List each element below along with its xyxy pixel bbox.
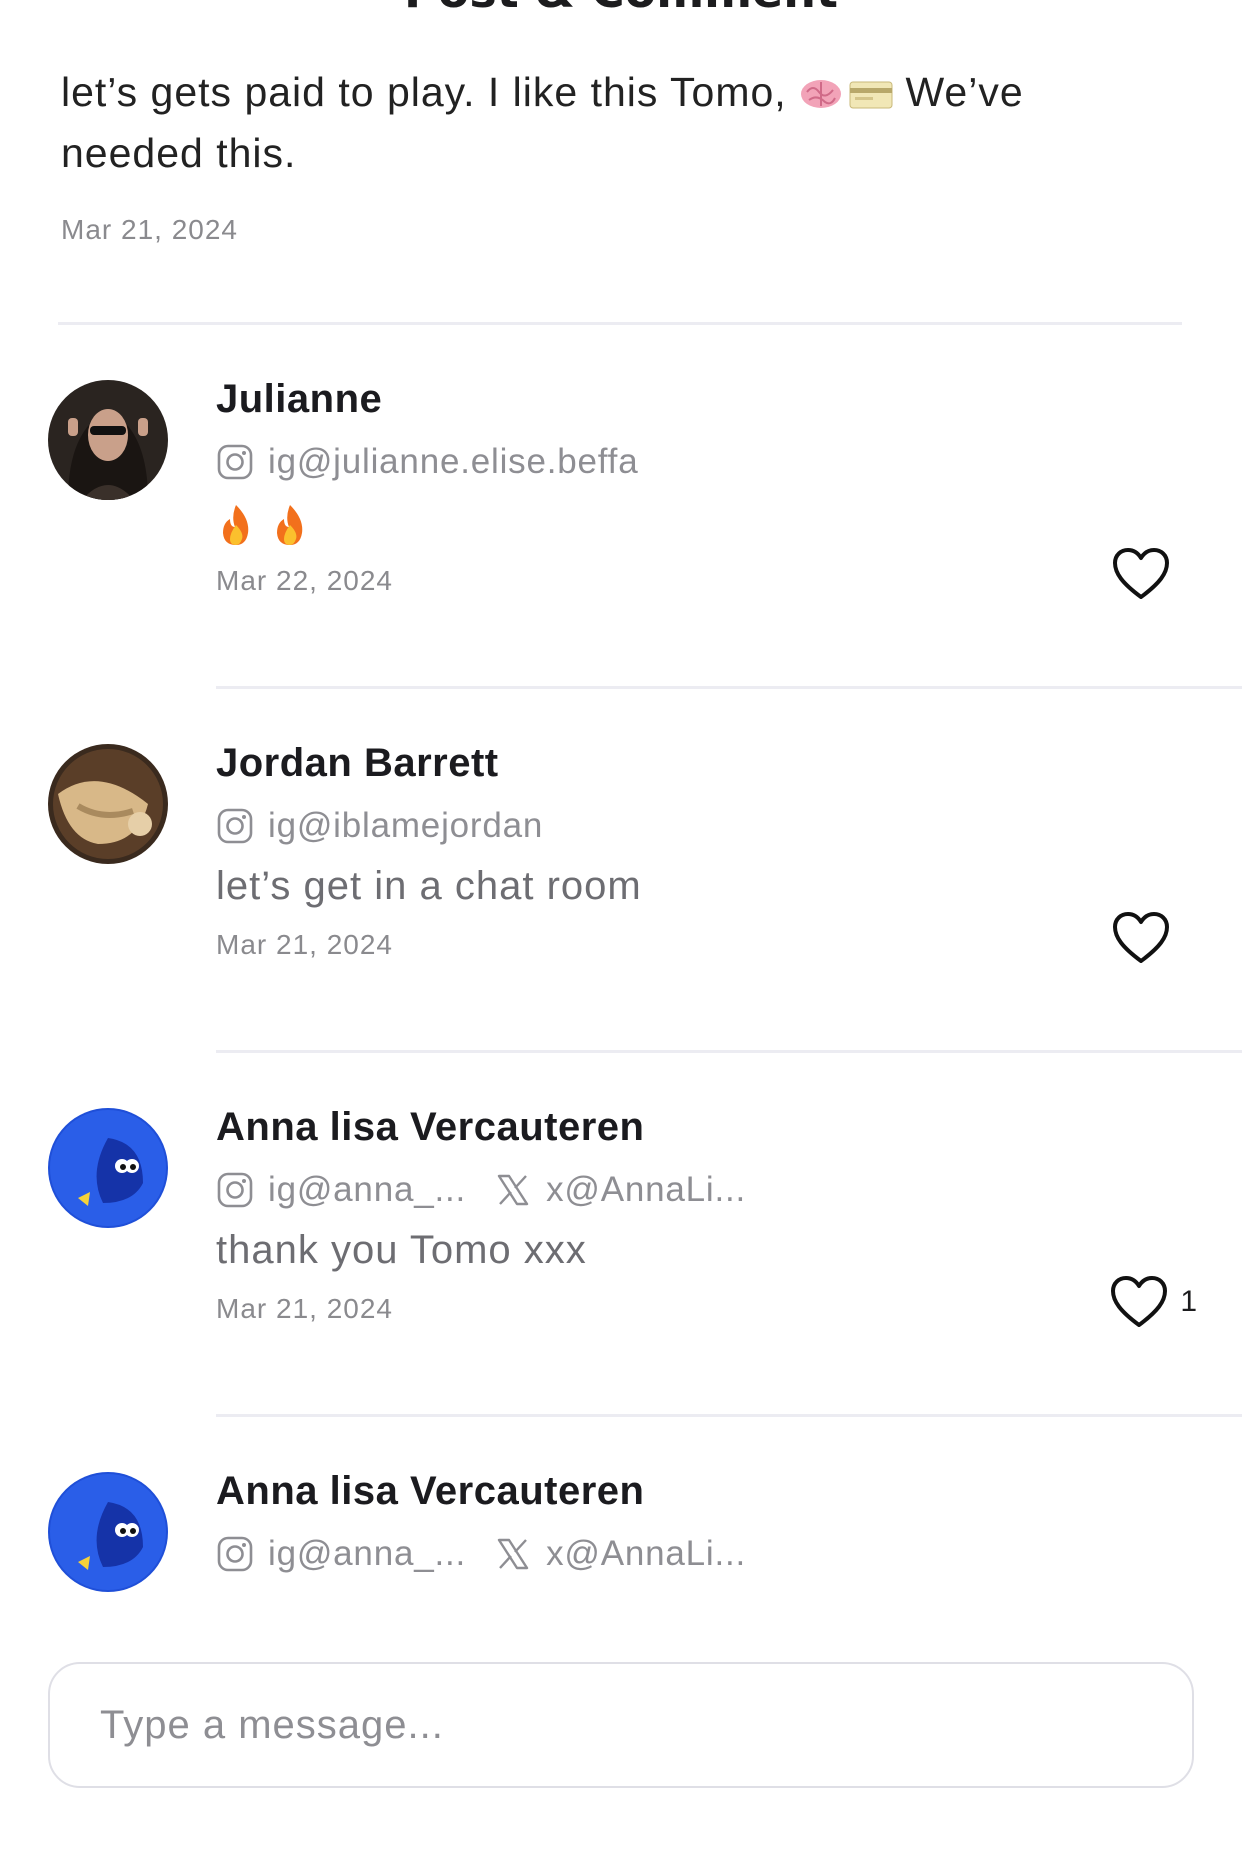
comment-date: Mar 21, 2024	[216, 929, 393, 960]
post-date: Mar 21, 2024	[61, 214, 238, 245]
heart-icon	[1113, 548, 1169, 599]
fire-emoji-icon	[277, 505, 303, 545]
avatar[interactable]	[48, 744, 168, 864]
like-button[interactable]: 1	[1110, 1275, 1197, 1329]
x-handle[interactable]: x@AnnaLi...	[496, 1534, 746, 1574]
instagram-handle-text: ig@anna_...	[268, 1534, 467, 1573]
x-logo-icon	[497, 1538, 529, 1570]
instagram-handle[interactable]: ig@iblamejordan	[216, 806, 543, 846]
comment-item: Anna lisa Vercauteren ig@anna_... x@Anna…	[0, 1053, 1242, 1417]
commenter-name[interactable]: Anna lisa Vercauteren	[216, 1105, 644, 1150]
commenter-handles: ig@anna_... x@AnnaLi...	[216, 1532, 746, 1576]
instagram-icon	[217, 1172, 253, 1208]
commenter-handles: ig@anna_... x@AnnaLi...	[216, 1168, 746, 1212]
credit-card-emoji-icon	[849, 81, 893, 109]
comment-item: Anna lisa Vercauteren ig@anna_... x@Anna…	[0, 1417, 1242, 1612]
x-handle[interactable]: x@AnnaLi...	[496, 1170, 746, 1210]
fire-emoji-icon	[223, 505, 249, 545]
x-handle-text: x@AnnaLi...	[546, 1170, 747, 1209]
comment-date: Mar 21, 2024	[216, 1293, 393, 1324]
comment-item: Julianne ig@julianne.elise.beffa Mar 22,…	[0, 325, 1242, 689]
x-handle-text: x@AnnaLi...	[546, 1534, 747, 1573]
instagram-handle[interactable]: ig@anna_...	[216, 1534, 466, 1574]
message-input[interactable]	[100, 1702, 1100, 1748]
instagram-handle-text: ig@julianne.elise.beffa	[268, 442, 639, 481]
comment-text	[216, 503, 324, 557]
x-logo-icon	[497, 1174, 529, 1206]
like-button[interactable]	[1112, 547, 1182, 601]
commenter-handles: ig@julianne.elise.beffa	[216, 440, 638, 484]
like-button[interactable]	[1112, 911, 1182, 965]
instagram-icon	[217, 444, 253, 480]
message-composer[interactable]	[48, 1662, 1194, 1788]
comment-date: Mar 22, 2024	[216, 565, 393, 596]
post-text-start: let’s gets paid to play. I like this Tom…	[61, 69, 800, 115]
page-title: Post & Comment	[0, 0, 1242, 18]
avatar[interactable]	[48, 380, 168, 500]
instagram-handle-text: ig@anna_...	[268, 1170, 467, 1209]
instagram-handle[interactable]: ig@julianne.elise.beffa	[216, 442, 638, 482]
instagram-handle[interactable]: ig@anna_...	[216, 1170, 466, 1210]
post-text: let’s gets paid to play. I like this Tom…	[61, 62, 1161, 184]
comment-item: Jordan Barrett ig@iblamejordan let’s get…	[0, 689, 1242, 1053]
avatar[interactable]	[48, 1108, 168, 1228]
heart-icon	[1113, 912, 1169, 963]
commenter-name[interactable]: Jordan Barrett	[216, 741, 499, 786]
heart-icon	[1111, 1276, 1168, 1327]
instagram-handle-text: ig@iblamejordan	[268, 806, 544, 845]
like-count: 1	[1180, 1285, 1197, 1318]
commenter-name[interactable]: Julianne	[216, 377, 382, 422]
brain-emoji-icon	[801, 80, 842, 108]
instagram-icon	[217, 808, 253, 844]
commenter-name[interactable]: Anna lisa Vercauteren	[216, 1469, 644, 1514]
commenter-handles: ig@iblamejordan	[216, 804, 543, 848]
avatar[interactable]	[48, 1472, 168, 1592]
comment-text: let’s get in a chat room	[216, 864, 642, 908]
comment-text: thank you Tomo xxx	[216, 1228, 587, 1272]
instagram-icon	[217, 1536, 253, 1572]
